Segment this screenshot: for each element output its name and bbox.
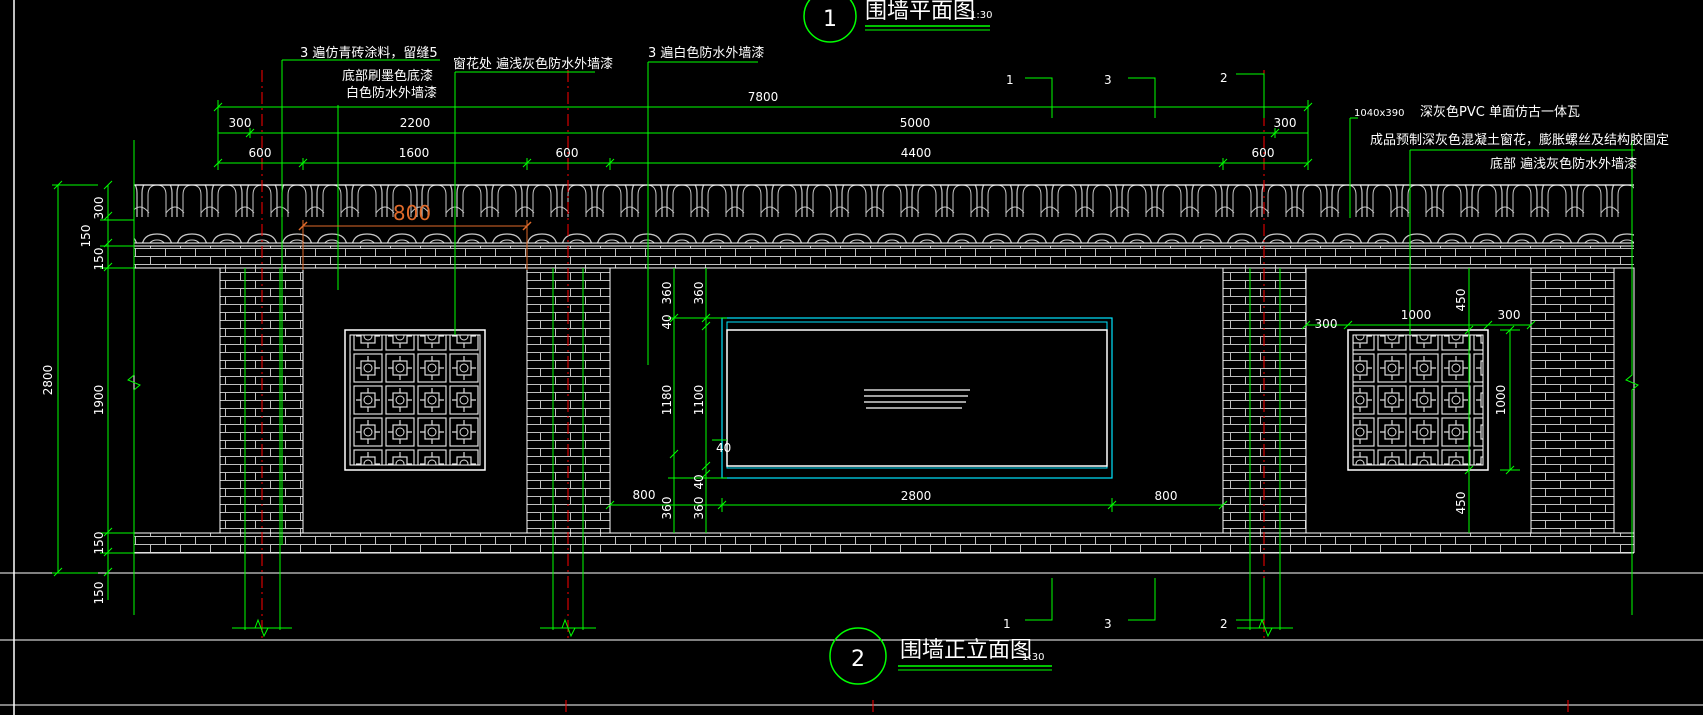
left-lattice-window — [344, 329, 486, 471]
dim-total: 7800 — [748, 90, 779, 104]
elevation-title-scale: 1:30 — [1022, 652, 1044, 663]
cad-drawing-canvas: 1 围墙平面图 1:30 800 7800 300 2200 5000 300 … — [0, 0, 1703, 715]
plan-title-scale: 1:30 — [970, 10, 992, 21]
cv-a-3: 40 — [692, 474, 706, 489]
wall-elevation — [133, 184, 1635, 554]
cv-b-0: 360 — [692, 282, 706, 305]
dim-row2-1: 2200 — [400, 116, 431, 130]
section-mark-3-bottom: 3 — [1104, 617, 1112, 631]
rp-2: 300 — [1498, 308, 1521, 322]
section-mark-2-top: 2 — [1220, 71, 1228, 85]
right-lattice-window — [1347, 329, 1489, 471]
left-end-panel — [133, 267, 221, 534]
elevation-title-text: 围墙正立面图 — [900, 638, 1032, 663]
top-brick-band — [134, 246, 1634, 268]
plan-title-text: 围墙平面图 — [865, 0, 975, 24]
plan-title-number: 1 — [823, 7, 837, 32]
dim-row3-0: 600 — [249, 146, 272, 160]
elevation-title-number: 2 — [851, 647, 865, 672]
annotation-window: 窗花处 遍浅灰色防水外墙漆 — [453, 56, 613, 72]
lv-dim-5: 150 — [92, 582, 106, 605]
dim-row3-4: 600 — [1252, 146, 1275, 160]
cv-a-0: 360 — [660, 282, 674, 305]
lv-dim-4: 150 — [92, 532, 106, 555]
base-brick-band — [134, 533, 1634, 553]
cb-0: 800 — [633, 488, 656, 502]
lv-dim-3: 1900 — [92, 385, 106, 416]
rv-2: 450 — [1454, 492, 1468, 515]
material-annotations: 3 遍仿青砖涂料，留缝5 底部刷墨色底漆 白色防水外墙漆 窗花处 遍浅灰色防水外… — [300, 45, 1669, 172]
plan-title-block: 1 围墙平面图 1:30 — [803, 0, 992, 43]
orange-dim-text: 800 — [393, 201, 431, 225]
dim-row2-0: 300 — [229, 116, 252, 130]
dim-row2-3: 300 — [1274, 116, 1297, 130]
overall-height: 2800 — [41, 365, 55, 396]
section-mark-3-top: 3 — [1104, 73, 1112, 87]
annotation-left-2: 底部刷墨色底漆 — [342, 68, 433, 84]
annotation-center: 3 遍白色防水外墙漆 — [648, 45, 764, 61]
lv-dim-2: 150 — [92, 248, 106, 271]
cb-2: 800 — [1155, 489, 1178, 503]
dim-row3-1: 1600 — [399, 146, 430, 160]
rp-1: 1000 — [1401, 308, 1432, 322]
rp-0: 300 — [1315, 317, 1338, 331]
left-vertical-dimension-texts: 300 150 150 1900 150 150 2800 — [41, 197, 106, 605]
rv-0: 450 — [1454, 289, 1468, 312]
cb-1: 2800 — [901, 489, 932, 503]
dim-row2-2: 5000 — [900, 116, 931, 130]
section-mark-2-bottom: 2 — [1220, 617, 1228, 631]
annotation-window-right: 成品预制深灰色混凝土窗花，膨胀螺丝及结构胶固定 — [1370, 132, 1669, 148]
break-symbols — [232, 618, 1293, 638]
cv-b-1: 1100 — [692, 385, 706, 416]
center-inner-dim: 40 — [716, 441, 731, 455]
cv-b-2: 360 — [692, 497, 706, 520]
annotation-left-1: 3 遍仿青砖涂料，留缝5 — [300, 45, 438, 61]
roof-band — [134, 185, 1634, 243]
cv-a-2: 1180 — [660, 385, 674, 416]
right-end-panel — [1613, 267, 1635, 534]
dim-row3-2: 600 — [556, 146, 579, 160]
cv-a-4: 360 — [660, 497, 674, 520]
cv-a-1: 40 — [660, 314, 674, 329]
annotation-tile: 深灰色PVC 单面仿古一体瓦 — [1420, 104, 1580, 120]
section-mark-1-bottom: 1 — [1003, 617, 1011, 631]
annotation-base-right: 底部 遍浅灰色防水外墙漆 — [1490, 156, 1637, 172]
elevation-title-block: 2 围墙正立面图 1:30 — [829, 627, 1052, 685]
rv-1: 1000 — [1494, 385, 1508, 416]
dim-row3-3: 4400 — [901, 146, 932, 160]
lv-dim-0: 300 — [92, 197, 106, 220]
annotation-tile-size: 1040x390 — [1354, 108, 1404, 119]
lv-dim-1: 150 — [79, 225, 93, 248]
section-mark-1-top: 1 — [1006, 73, 1014, 87]
annotation-left-3: 白色防水外墙漆 — [346, 85, 437, 101]
